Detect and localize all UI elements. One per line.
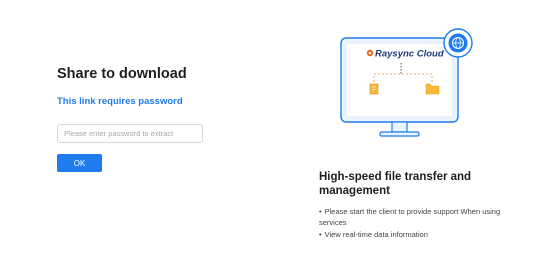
feature-item: • View real-time data information <box>319 230 519 241</box>
ok-button[interactable]: OK <box>57 154 102 172</box>
globe-icon <box>443 28 473 58</box>
share-panel: Share to download This link requires pas… <box>0 0 300 278</box>
logo-text: Raysync Cloud <box>375 49 444 60</box>
feature-list: • Please start the client to provide supp… <box>319 207 519 243</box>
document-icon <box>369 83 379 95</box>
feature-text: View real-time data information <box>324 230 428 239</box>
page-title: Share to download <box>57 66 187 82</box>
bullet: • <box>319 230 322 239</box>
password-required-notice: This link requires password <box>57 96 183 107</box>
raysync-logo-icon: Raysync Cloud <box>366 49 444 60</box>
monitor-illustration: Raysync Cloud <box>340 28 473 137</box>
feature-item: • Please start the client to provide supp… <box>319 207 519 228</box>
promo-panel: Raysync Cloud High-speed file transfer a… <box>300 0 554 278</box>
promo-title: High-speed file transfer and management <box>319 171 472 197</box>
password-input[interactable] <box>57 124 203 143</box>
feature-text: Please start the client to provide suppo… <box>319 207 501 227</box>
bullet: • <box>319 207 322 216</box>
